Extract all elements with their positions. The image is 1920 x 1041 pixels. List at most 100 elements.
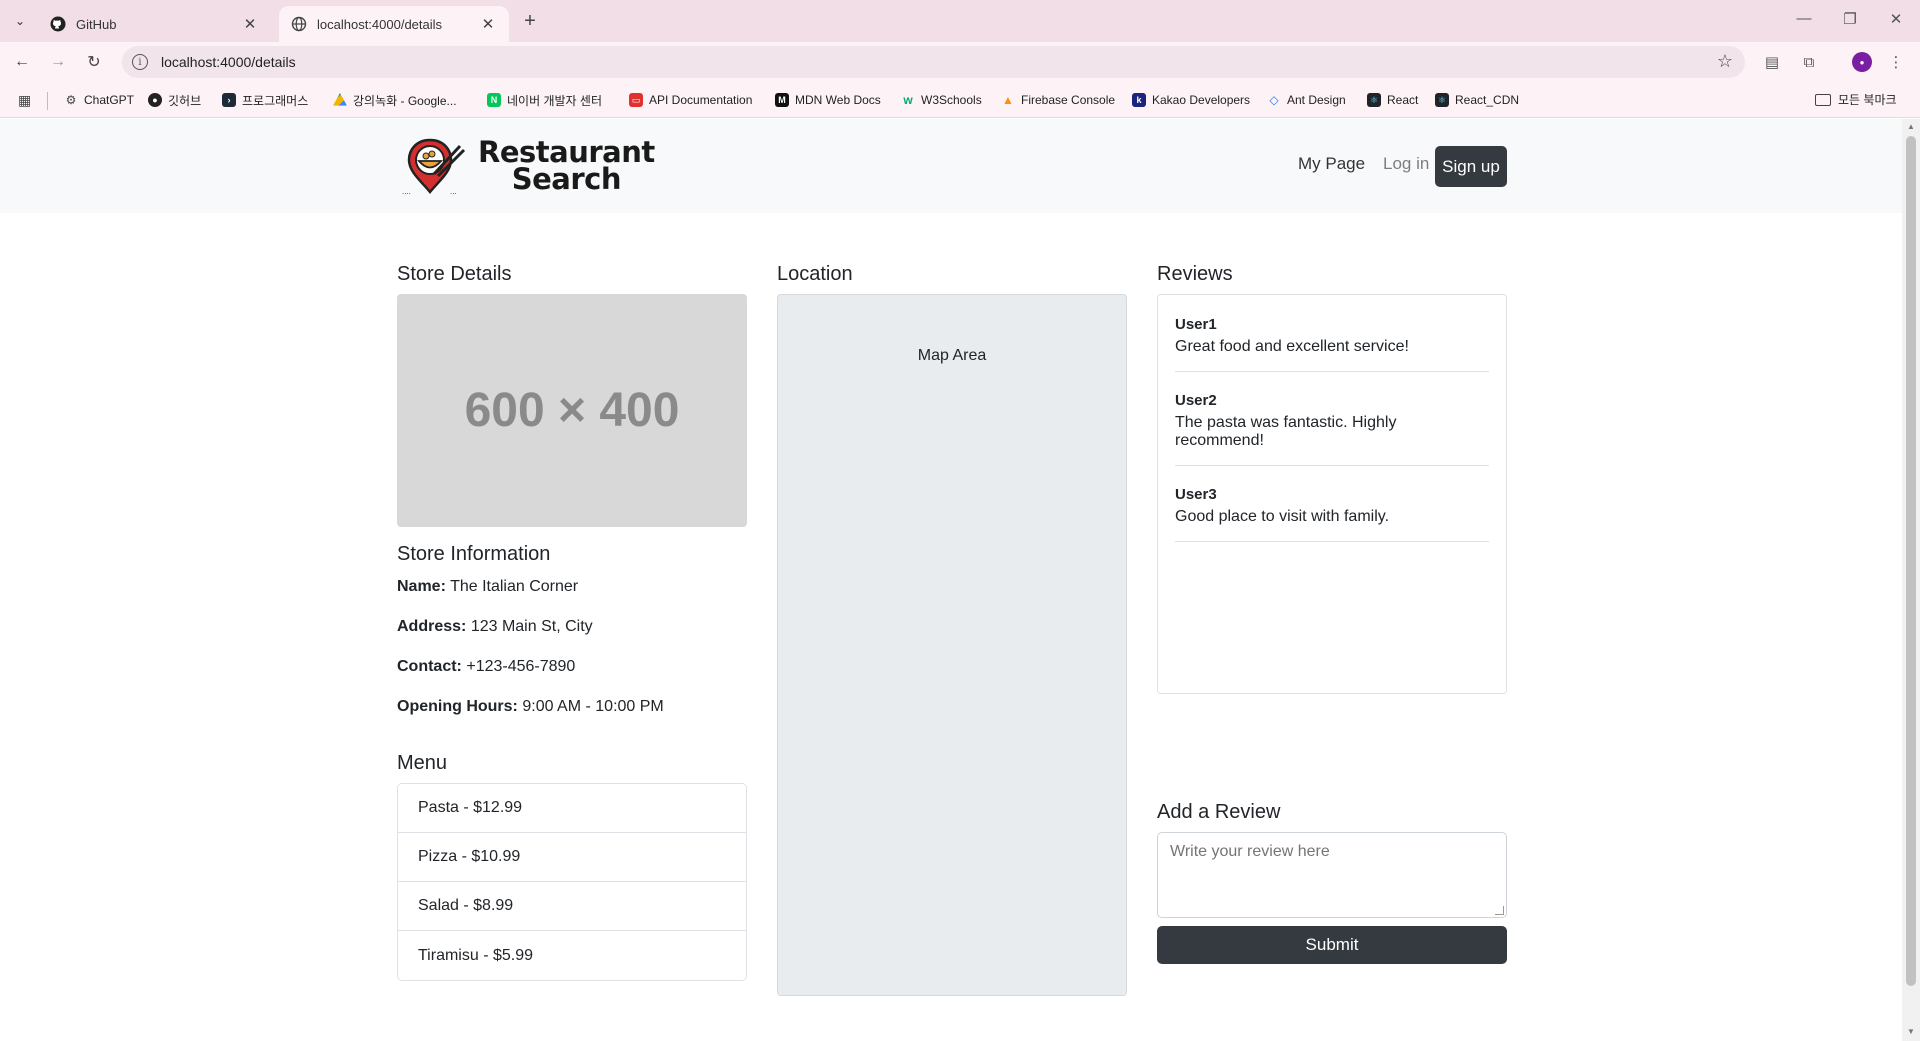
- restaurant-pin-logo-icon: .... ...: [400, 134, 478, 198]
- close-icon[interactable]: ✕: [479, 15, 497, 33]
- review-item: User3 Good place to visit with family.: [1175, 481, 1489, 542]
- svg-text:...: ...: [450, 187, 457, 196]
- bookmark-label: ChatGPT: [84, 93, 135, 107]
- all-bookmarks-label: 모든 북마크: [1838, 93, 1897, 107]
- review-text: Great food and excellent service!: [1175, 338, 1409, 355]
- apps-grid-icon[interactable]: ▦: [18, 92, 34, 108]
- bookmark-star-icon[interactable]: ☆: [1717, 51, 1733, 72]
- page-scrollbar[interactable]: ▲ ▼: [1902, 119, 1920, 1041]
- scroll-down-arrow-icon[interactable]: ▼: [1907, 1027, 1915, 1036]
- store-contact-label: Contact:: [397, 658, 462, 675]
- new-tab-plus-icon[interactable]: +: [518, 9, 542, 33]
- map-area[interactable]: Map Area: [777, 294, 1127, 996]
- image-placeholder-text: 600 × 400: [464, 384, 680, 437]
- tab-groups-icon[interactable]: ▤: [1760, 50, 1784, 74]
- scroll-up-arrow-icon[interactable]: ▲: [1907, 122, 1915, 131]
- bookmark-label: W3Schools: [921, 93, 982, 107]
- firebase-icon: ▲: [1002, 93, 1014, 107]
- bookmark-react-cdn[interactable]: ⚛ React_CDN: [1435, 91, 1519, 109]
- logo-wordmark: Restaurant Search: [478, 138, 655, 196]
- address-url[interactable]: localhost:4000/details: [161, 54, 296, 70]
- site-logo[interactable]: .... ... Restaurant Search: [400, 134, 655, 198]
- bookmark-programmers[interactable]: › 프로그래머스: [222, 91, 308, 109]
- close-icon[interactable]: ✕: [241, 15, 259, 33]
- review-textarea[interactable]: [1157, 832, 1507, 918]
- scrollbar-thumb[interactable]: [1906, 136, 1916, 986]
- bookmarks-divider: [47, 92, 48, 110]
- menu-item[interactable]: Pasta - $12.99: [398, 784, 746, 833]
- bookmark-api-docs[interactable]: ▭ API Documentation: [629, 91, 752, 109]
- bookmark-chatgpt[interactable]: ⚙ ChatGPT: [64, 91, 134, 109]
- back-arrow-icon[interactable]: ←: [10, 50, 34, 74]
- nav-my-page-link[interactable]: My Page: [1298, 154, 1365, 174]
- location-heading: Location: [777, 263, 853, 285]
- react-cdn-icon: ⚛: [1435, 93, 1449, 107]
- browser-toolbar: ← → ↻ i localhost:4000/details ☆ ▤ ⧉ ⋮: [0, 42, 1920, 82]
- store-hours-label: Opening Hours:: [397, 698, 518, 715]
- menu-item[interactable]: Pizza - $10.99: [398, 833, 746, 882]
- site-navbar: .... ... Restaurant Search My Page Log i…: [0, 119, 1902, 213]
- forward-arrow-icon[interactable]: →: [46, 50, 70, 74]
- programmers-icon: ›: [222, 93, 236, 107]
- store-details-heading: Store Details: [397, 263, 512, 285]
- textarea-resize-handle[interactable]: [1495, 906, 1504, 915]
- logo-line-2: Search: [511, 162, 622, 196]
- menu-item[interactable]: Tiramisu - $5.99: [398, 931, 746, 980]
- add-review-heading: Add a Review: [1157, 801, 1281, 823]
- nav-login-link[interactable]: Log in: [1383, 154, 1429, 174]
- bookmark-label: Ant Design: [1287, 93, 1346, 107]
- mdn-icon: M: [775, 93, 789, 107]
- bookmark-react[interactable]: ⚛ React: [1367, 91, 1418, 109]
- window-close-icon[interactable]: ✕: [1886, 10, 1906, 28]
- bookmark-label: 프로그래머스: [242, 93, 309, 108]
- bookmark-label: MDN Web Docs: [795, 93, 881, 107]
- tab-search-chevron-icon[interactable]: ⌄: [8, 9, 32, 33]
- site-info-icon[interactable]: i: [132, 54, 148, 70]
- bookmark-firebase[interactable]: ▲ Firebase Console: [1001, 91, 1115, 109]
- review-item: User2 The pasta was fantastic. Highly re…: [1175, 387, 1489, 466]
- google-drive-icon: [333, 93, 347, 106]
- store-image-placeholder: 600 × 400: [397, 294, 747, 527]
- bookmark-kakao[interactable]: k Kakao Developers: [1132, 91, 1250, 109]
- bookmark-w3schools[interactable]: w W3Schools: [901, 91, 982, 109]
- kakao-icon: k: [1132, 93, 1146, 107]
- chatgpt-icon: ⚙: [65, 93, 77, 107]
- extensions-puzzle-icon[interactable]: ⧉: [1797, 50, 1821, 74]
- store-contact-row: Contact: +123-456-7890: [397, 658, 575, 676]
- bookmark-label: React_CDN: [1455, 93, 1520, 107]
- address-bar[interactable]: i localhost:4000/details ☆: [122, 46, 1745, 78]
- bookmark-naver[interactable]: N 네이버 개발자 센터: [487, 91, 602, 109]
- profile-avatar[interactable]: ●: [1852, 52, 1872, 72]
- store-hours-value: 9:00 AM - 10:00 PM: [522, 698, 664, 715]
- store-address-value: 123 Main St, City: [470, 618, 593, 635]
- reviews-list[interactable]: User1 Great food and excellent service! …: [1157, 294, 1507, 694]
- tab-localhost-details[interactable]: localhost:4000/details ✕: [279, 6, 509, 42]
- menu-item[interactable]: Salad - $8.99: [398, 882, 746, 931]
- bookmark-github[interactable]: ● 깃허브: [148, 91, 201, 109]
- bookmark-mdn[interactable]: M MDN Web Docs: [775, 91, 881, 109]
- review-user: User2: [1175, 392, 1217, 409]
- bookmark-label: Kakao Developers: [1152, 93, 1251, 107]
- signup-button[interactable]: Sign up: [1435, 146, 1507, 187]
- bookmark-google-drive[interactable]: 강의녹화 - Google...: [333, 91, 457, 109]
- reload-icon[interactable]: ↻: [82, 50, 106, 74]
- tab-github[interactable]: GitHub ✕: [38, 6, 271, 42]
- more-menu-icon[interactable]: ⋮: [1884, 50, 1908, 74]
- review-text: Good place to visit with family.: [1175, 508, 1390, 525]
- review-user: User3: [1175, 486, 1217, 503]
- store-name-row: Name: The Italian Corner: [397, 578, 578, 596]
- map-area-label: Map Area: [917, 347, 987, 364]
- ant-design-icon: ◇: [1269, 93, 1279, 107]
- menu-list: Pasta - $12.99 Pizza - $10.99 Salad - $8…: [397, 783, 747, 981]
- minimize-icon[interactable]: —: [1794, 10, 1814, 27]
- bookmark-ant-design[interactable]: ◇ Ant Design: [1267, 91, 1346, 109]
- github-icon: ●: [148, 93, 162, 107]
- bookmark-label: React: [1387, 93, 1419, 107]
- bookmark-label: 네이버 개발자 센터: [507, 93, 602, 108]
- store-address-row: Address: 123 Main St, City: [397, 618, 593, 636]
- review-text: The pasta was fantastic. Highly recommen…: [1175, 414, 1397, 449]
- all-bookmarks[interactable]: 모든 북마크: [1815, 91, 1897, 108]
- submit-review-button[interactable]: Submit: [1157, 926, 1507, 964]
- page-viewport: .... ... Restaurant Search My Page Log i…: [0, 119, 1902, 1041]
- restore-icon[interactable]: ❐: [1840, 10, 1860, 28]
